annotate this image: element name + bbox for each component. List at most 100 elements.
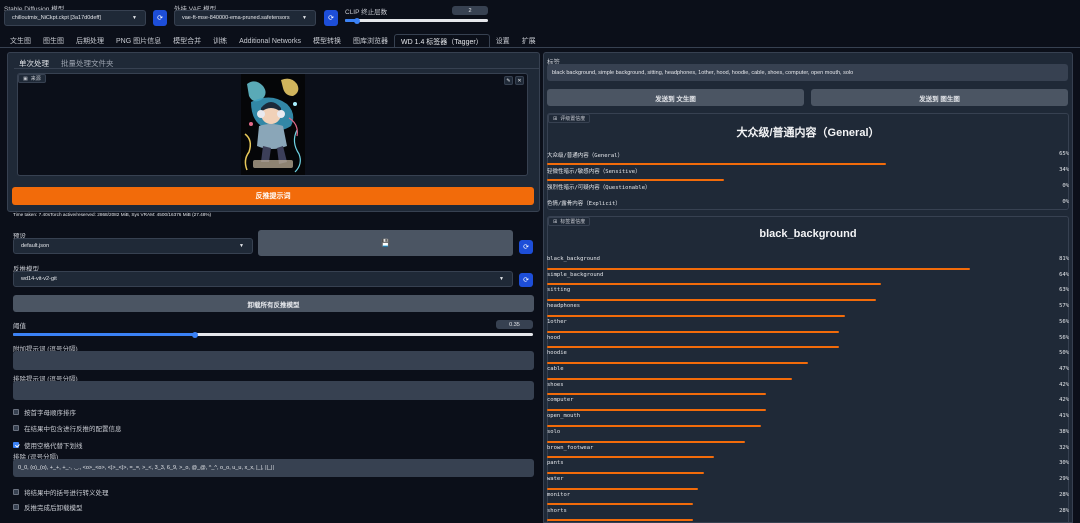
source-label: ▣ 来源 [18, 74, 46, 83]
edit-icon[interactable]: ✎ [504, 76, 513, 85]
checkbox-box[interactable] [13, 489, 19, 495]
save-preset-button[interactable]: 💾 [258, 230, 513, 256]
tab-0[interactable]: 文生图 [4, 34, 37, 48]
tag-percent: 32% [1059, 444, 1069, 451]
rating-row: 轻微性暗示/敏感内容（Sensitive） 34% [547, 165, 1069, 181]
exclude-tags-input[interactable] [13, 381, 534, 400]
send-to-txt2img-button[interactable]: 发送到 文生图 [547, 89, 804, 106]
tag-name: hoodie [547, 350, 567, 357]
illustration-artwork [241, 74, 305, 175]
tag-name: hood [547, 334, 561, 341]
refresh-icon: ⟳ [523, 277, 529, 284]
sd-model-refresh-button[interactable]: ⟳ [153, 10, 167, 26]
checkbox-box[interactable] [13, 504, 19, 510]
tag-row: hood 56% [547, 333, 1069, 349]
preset-value: default.json [21, 243, 50, 249]
image-icon: ▣ [23, 75, 28, 82]
tag-row: computer 42% [547, 395, 1069, 412]
tag-row: water 29% [547, 474, 1069, 490]
checkbox-box[interactable] [13, 425, 19, 431]
refresh-icon: ⟳ [157, 15, 163, 22]
vae-dropdown[interactable]: vae-ft-mse-840000-ema-pruned.safetensors… [174, 10, 316, 26]
threshold-slider-thumb[interactable] [192, 331, 198, 338]
tag-row: simple_background 64% [547, 270, 1069, 286]
clip-slider-thumb[interactable] [353, 17, 360, 24]
label-icon: ⊞ [553, 218, 558, 225]
label-icon: ⊞ [553, 115, 558, 122]
rating-label: ⊞ 评级置信度 [548, 114, 591, 123]
tag-percent: 30% [1059, 460, 1069, 467]
close-icon[interactable]: ✕ [515, 76, 524, 85]
subtab-divider [14, 68, 540, 69]
tag-name: simple_background [547, 271, 604, 278]
tag-percent: 41% [1059, 413, 1069, 420]
checkbox-box[interactable] [13, 409, 19, 415]
tag-row: black_background 81% [547, 254, 1069, 270]
tag-row: shorts 28% [547, 506, 1069, 522]
vae-refresh-button[interactable]: ⟳ [324, 10, 338, 26]
tag-percent: 57% [1059, 303, 1069, 310]
tag-name: sitting [547, 287, 571, 294]
tag-name: black_background [547, 256, 600, 262]
preset-dropdown[interactable]: default.json ▼ [13, 238, 253, 254]
rating-top-title: 大众级/普通内容（General） [736, 127, 880, 139]
tags-top-title: black_background [759, 228, 857, 240]
sd-model-dropdown[interactable]: chilloutmix_NiCkpt.ckpt [3a17d0deff] ▼ [4, 10, 146, 26]
tab-7[interactable]: 模型转换 [307, 34, 347, 48]
unload-models-button[interactable]: 卸载所有反推模型 [13, 295, 534, 312]
time-info: Time taken: 7.40sTorch active/reserved: … [13, 212, 212, 217]
tab-11[interactable]: 扩展 [516, 34, 542, 48]
tag-name: monitor [547, 491, 571, 498]
tab-2[interactable]: 后期处理 [70, 34, 110, 48]
tab-10[interactable]: 设置 [490, 34, 516, 48]
clip-number-input[interactable]: 2 [452, 6, 488, 15]
preset-refresh-button[interactable]: ⟳ [519, 240, 533, 254]
threshold-number-input[interactable]: 0.35 [496, 320, 533, 329]
tag-row: brown_footwear 32% [547, 443, 1069, 459]
chevron-down-icon: ▼ [239, 243, 244, 249]
checkbox-escape-brackets[interactable]: 将结果中的括号进行转义处理 [13, 487, 109, 497]
rating-name: 强烈性暗示/可疑内容（Questionable） [547, 184, 651, 191]
tag-name: headphones [547, 303, 581, 310]
threshold-slider[interactable] [13, 331, 533, 338]
send-to-img2img-button[interactable]: 发送到 图生图 [811, 89, 1068, 106]
tab-8[interactable]: 图库浏览器 [347, 34, 394, 48]
tag-name: 1other [547, 318, 567, 325]
rating-name: 大众级/普通内容（General） [547, 153, 623, 159]
checkbox-replace-underscore[interactable]: 使用空格代替下划线 [13, 440, 83, 450]
interrogator-dropdown[interactable]: wd14-vit-v2-git ▼ [13, 271, 513, 287]
additional-tags-input[interactable] [13, 351, 534, 370]
checkbox-sort-alpha[interactable]: 按首字母顺序排序 [13, 407, 76, 417]
tag-percent: 28% [1059, 507, 1069, 514]
tag-row: pants 30% [547, 458, 1069, 475]
tab-3[interactable]: PNG 图片信息 [110, 34, 167, 48]
clip-slider[interactable] [345, 17, 488, 24]
checkbox-unload-after[interactable]: 反推完成后卸载模型 [13, 502, 83, 512]
rating-row: 色情/露骨内容（Explicit） 0% [547, 197, 1069, 213]
threshold-label: 阈值 [13, 323, 26, 330]
tag-percent: 81% [1059, 256, 1069, 262]
interrogate-button[interactable]: 反推提示词 [12, 187, 534, 205]
tab-4[interactable]: 模型合并 [167, 34, 207, 48]
tab-6[interactable]: Additional Networks [233, 34, 307, 48]
tags-output[interactable]: black background, simple background, sit… [547, 64, 1068, 81]
checkbox-include-config[interactable]: 在结果中包含进行反推的配置信息 [13, 423, 122, 433]
tab-9[interactable]: WD 1.4 标签器（Tagger） [394, 34, 490, 48]
tag-percent: 64% [1059, 271, 1069, 278]
tab-5[interactable]: 训练 [207, 34, 233, 48]
tag-percent: 50% [1059, 350, 1069, 357]
interrogator-refresh-button[interactable]: ⟳ [519, 273, 533, 287]
tag-percent: 63% [1059, 287, 1069, 294]
chevron-down-icon: ▼ [499, 276, 504, 282]
vae-value: vae-ft-mse-840000-ema-pruned.safetensors [182, 15, 290, 21]
checkbox-box[interactable] [13, 442, 19, 448]
tab-1[interactable]: 图生图 [37, 34, 70, 48]
refresh-icon: ⟳ [523, 244, 529, 251]
rating-name: 色情/露骨内容（Explicit） [547, 200, 621, 207]
tag-row: monitor 28% [547, 490, 1069, 506]
exclude-input[interactable]: 0_0, (o)_(o), +_+, +_-, ._., <o>_<o>, <|… [13, 459, 534, 477]
tag-row: solo 38% [547, 427, 1069, 443]
tag-name: solo [547, 428, 561, 435]
tag-percent: 42% [1059, 381, 1069, 388]
main-tabs: 文生图 图生图 后期处理 PNG 图片信息 模型合并 训练 Additional Netwo… [4, 34, 542, 48]
